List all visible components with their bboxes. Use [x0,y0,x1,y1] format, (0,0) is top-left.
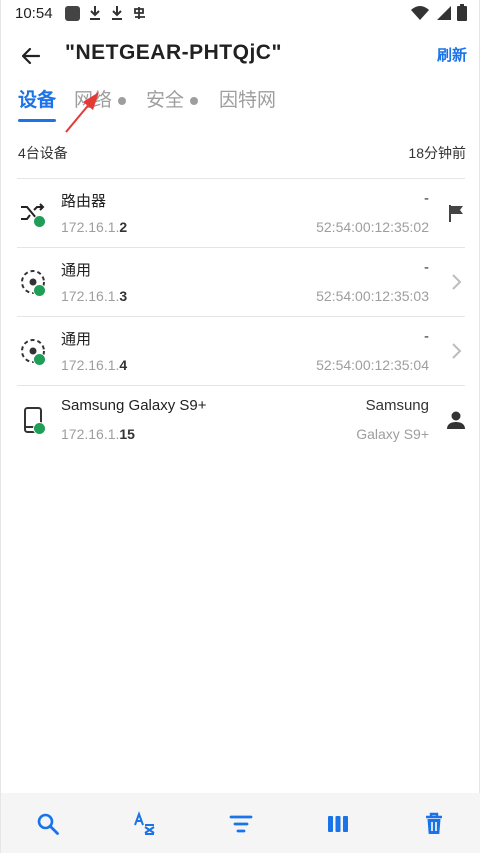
ip-suffix: 2 [119,219,128,235]
device-vendor: Samsung [365,397,429,414]
search-icon[interactable] [35,811,61,837]
device-name: 通用 [61,331,92,348]
last-updated: 18分钟前 [408,145,466,161]
ip-prefix: 172.16.1. [61,288,120,304]
device-ip: 172.16.1.4 [61,357,127,373]
device-row-generic[interactable]: 通用 172.16.1.3 - 52:54:00:12:35:03 [1,248,480,316]
device-mac: 52:54:00:12:35:04 [316,357,429,373]
device-vendor: - [424,190,429,207]
device-mac: 52:54:00:12:35:02 [316,219,429,235]
device-count: 4台设备 [18,145,68,161]
status-time: 10:54 [15,4,53,22]
sort-az-icon[interactable] [132,811,158,837]
annotation-arrow-icon [65,92,99,133]
tab-dot [190,96,199,105]
person-icon [447,411,465,429]
square-icon [64,5,80,21]
app-bar: "NETGEAR-PHTQjC" 刷新 [1,36,480,76]
device-name: Samsung Galaxy S9+ [61,397,207,414]
battery-icon [457,4,467,21]
refresh-button[interactable]: 刷新 [437,44,467,65]
tab-label: 设备 [18,90,57,111]
notification-icons [64,5,148,21]
signal-icon [437,5,451,20]
ip-prefix: 172.16.1. [61,426,120,442]
ip-suffix: 4 [119,357,128,373]
tab-indicator [18,119,56,122]
tab-internet[interactable]: 因特网 [219,85,276,112]
device-ip: 172.16.1.2 [61,219,127,235]
back-arrow-icon[interactable] [19,44,43,68]
download-icon [111,6,122,20]
online-status-icon [33,215,46,228]
online-status-icon [33,422,46,435]
download-icon [89,6,100,20]
bottom-toolbar [1,793,480,853]
ip-prefix: 172.16.1. [61,219,120,235]
device-summary: 4台设备 18分钟前 [18,143,466,163]
device-ip: 172.16.1.3 [61,288,127,304]
filter-icon[interactable] [228,811,254,837]
device-row-phone[interactable]: Samsung Galaxy S9+ 172.16.1.15 Samsung G… [1,386,480,454]
status-bar: 10:54 [1,0,480,26]
device-row-generic[interactable]: 通用 172.16.1.4 - 52:54:00:12:35:04 [1,317,480,385]
device-vendor: - [424,328,429,345]
tab-devices[interactable]: 设备 [18,85,56,112]
chevron-right-icon[interactable] [445,340,467,362]
flag-icon [449,205,463,222]
device-ip: 172.16.1.15 [61,426,135,442]
tab-label: 因特网 [219,90,277,111]
device-model: Galaxy S9+ [356,426,429,442]
chevron-right-icon[interactable] [445,271,467,293]
ip-suffix: 15 [119,426,135,442]
online-status-icon [33,353,46,366]
tab-label: 安全 [146,90,185,111]
online-status-icon [33,284,46,297]
device-name: 通用 [61,262,92,279]
device-name: 路由器 [61,193,107,210]
tab-security[interactable]: 安全 [146,85,199,112]
device-row-router[interactable]: 路由器 172.16.1.2 - 52:54:00:12:35:02 [1,179,480,247]
delete-icon[interactable] [421,811,447,837]
kb-icon [133,7,145,19]
device-mac: 52:54:00:12:35:03 [316,288,429,304]
ip-suffix: 3 [119,288,128,304]
device-vendor: - [424,259,429,276]
page-title: "NETGEAR-PHTQjC" [65,41,282,64]
tab-dot [118,96,127,105]
system-icons [411,4,467,21]
wifi-icon [411,5,429,20]
ip-prefix: 172.16.1. [61,357,120,373]
columns-icon[interactable] [325,811,351,837]
